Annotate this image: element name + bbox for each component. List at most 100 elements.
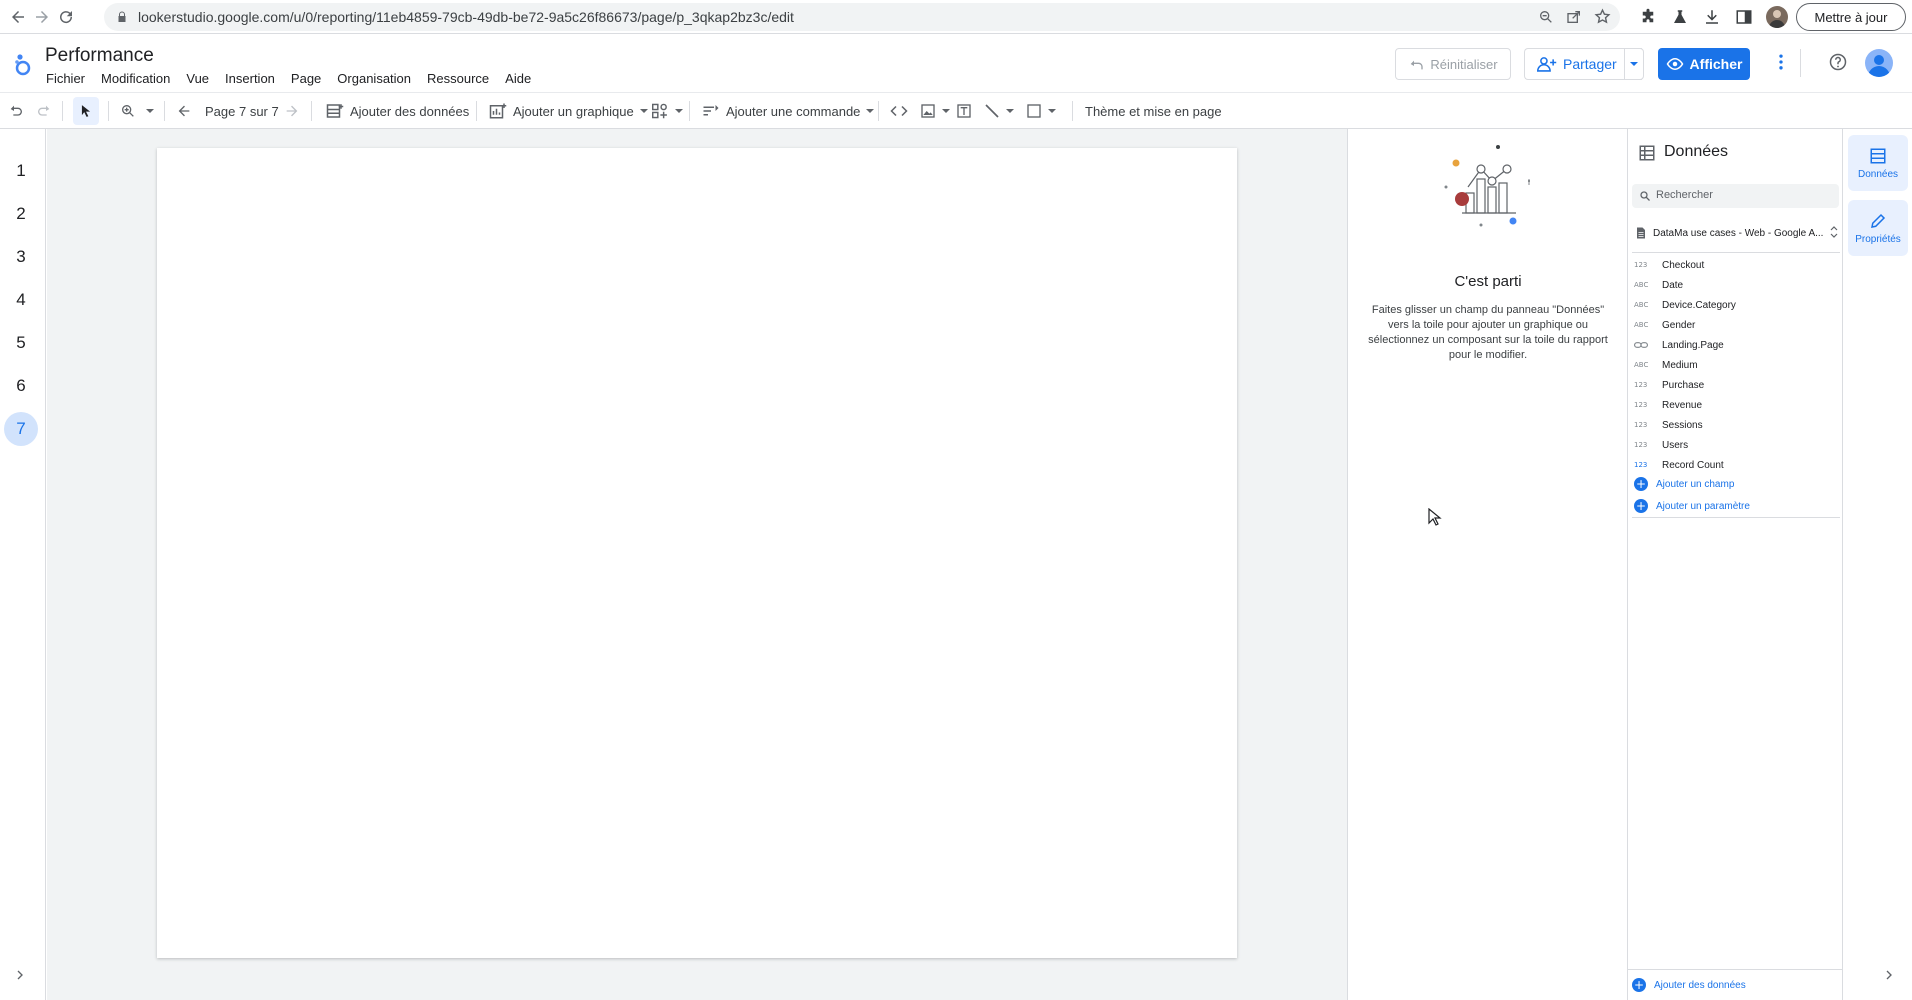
page-list: 1 2 3 4 5 6 7 [0, 129, 46, 1000]
data-tab[interactable]: Données [1848, 135, 1908, 191]
account-avatar[interactable] [1865, 49, 1893, 77]
page-4-button[interactable]: 4 [4, 283, 38, 317]
canvas-area[interactable] [47, 129, 1347, 1000]
data-panel-footer: + Ajouter des données [1628, 969, 1842, 1000]
field-item-record-count[interactable]: 123 Record Count [1634, 457, 1838, 473]
chevron-down-icon [1006, 109, 1014, 113]
rectangle-icon [1026, 103, 1042, 119]
field-item-gender[interactable]: ABC Gender [1634, 317, 1838, 333]
back-icon[interactable] [6, 5, 30, 29]
report-canvas[interactable] [157, 148, 1237, 958]
reset-button[interactable]: Réinitialiser [1395, 48, 1511, 80]
menu-insert[interactable]: Insertion [225, 71, 275, 86]
looker-studio-logo[interactable] [12, 51, 34, 77]
share-dropdown-button[interactable] [1624, 48, 1644, 80]
view-button[interactable]: Afficher [1658, 48, 1750, 80]
properties-panel: C'est parti Faites glisser un champ du p… [1347, 129, 1627, 1000]
menu-edit[interactable]: Modification [101, 71, 170, 86]
community-viz-button[interactable] [651, 99, 683, 123]
add-field-link[interactable]: + Ajouter un champ [1634, 475, 1734, 493]
address-bar[interactable]: lookerstudio.google.com/u/0/reporting/11… [104, 3, 1620, 31]
add-person-icon [1537, 56, 1557, 72]
chevron-down-icon [675, 109, 683, 113]
report-title[interactable]: Performance [45, 45, 154, 67]
field-name: Sessions [1662, 419, 1703, 431]
zoom-icon[interactable] [1538, 9, 1554, 25]
toolbar-divider [62, 101, 63, 121]
chevron-down-icon [866, 109, 875, 113]
page-2-button[interactable]: 2 [4, 197, 38, 231]
menu-arrange[interactable]: Organisation [337, 71, 411, 86]
add-control-button[interactable]: Ajouter une commande [702, 99, 875, 123]
share-label: Partager [1563, 56, 1617, 72]
mouse-cursor-icon [1428, 508, 1442, 526]
line-button[interactable] [984, 99, 1014, 123]
toolbar-divider [108, 101, 109, 121]
add-data-footer-link[interactable]: + Ajouter des données [1632, 976, 1746, 994]
undo-icon[interactable] [8, 99, 24, 123]
chevron-down-icon [1630, 62, 1638, 66]
page-3-button[interactable]: 3 [4, 240, 38, 274]
embed-code-icon[interactable] [890, 99, 908, 123]
field-name: Checkout [1662, 259, 1705, 271]
zoom-button[interactable] [120, 99, 154, 123]
field-item-users[interactable]: 123 Users [1634, 437, 1838, 453]
flask-icon[interactable] [1670, 7, 1690, 27]
plus-circle-icon: + [1634, 477, 1648, 491]
zoom-in-icon [120, 103, 136, 119]
shape-button[interactable] [1026, 99, 1056, 123]
next-page-icon[interactable] [284, 99, 300, 123]
field-item-landing-page[interactable]: Landing.Page [1634, 337, 1838, 353]
chevron-right-icon[interactable] [1881, 967, 1897, 983]
more-vert-icon[interactable] [1771, 52, 1791, 72]
add-parameter-link[interactable]: + Ajouter un paramètre [1634, 497, 1750, 515]
menu-view[interactable]: Vue [186, 71, 209, 86]
field-item-date[interactable]: ABC Date [1634, 277, 1838, 293]
lock-icon[interactable] [116, 11, 128, 23]
download-icon[interactable] [1702, 7, 1722, 27]
help-icon[interactable] [1829, 53, 1847, 71]
add-chart-button[interactable]: Ajouter un graphique [489, 99, 648, 123]
field-item-sessions[interactable]: 123 Sessions [1634, 417, 1838, 433]
add-data-icon [326, 103, 344, 119]
url-text[interactable]: lookerstudio.google.com/u/0/reporting/11… [138, 9, 794, 25]
field-item-medium[interactable]: ABC Medium [1634, 357, 1838, 373]
theme-layout-button[interactable]: Thème et mise en page [1085, 99, 1222, 123]
page-1-button[interactable]: 1 [4, 154, 38, 188]
share-page-icon[interactable] [1566, 9, 1582, 25]
menu-resource[interactable]: Ressource [427, 71, 489, 86]
menu-help[interactable]: Aide [505, 71, 531, 86]
add-data-toolbar-button[interactable]: Ajouter des données [326, 99, 469, 123]
forward-icon[interactable] [30, 5, 54, 29]
field-item-purchase[interactable]: 123 Purchase [1634, 377, 1838, 393]
select-tool-button[interactable] [73, 97, 99, 125]
profile-avatar[interactable] [1766, 6, 1788, 28]
previous-page-icon[interactable] [176, 99, 192, 123]
field-item-revenue[interactable]: 123 Revenue [1634, 397, 1838, 413]
page-7-button[interactable]: 7 [4, 412, 38, 446]
data-source-selector[interactable]: DataMa use cases - Web - Google A... [1634, 226, 1838, 242]
field-name: Gender [1662, 319, 1696, 331]
add-field-label: Ajouter un champ [1656, 478, 1735, 490]
side-panel-icon[interactable] [1734, 7, 1754, 27]
page-indicator: Page 7 sur 7 [205, 103, 279, 119]
reload-icon[interactable] [54, 5, 78, 29]
image-button[interactable] [920, 99, 950, 123]
extensions-icon[interactable] [1638, 7, 1658, 27]
properties-tab[interactable]: Propriétés [1848, 200, 1908, 256]
bookmark-star-icon[interactable] [1594, 8, 1611, 25]
page-6-button[interactable]: 6 [4, 369, 38, 403]
field-item-device-category[interactable]: ABC Device.Category [1634, 297, 1838, 313]
page-5-button[interactable]: 5 [4, 326, 38, 360]
field-search-input[interactable]: Rechercher [1632, 184, 1839, 208]
redo-icon[interactable] [36, 99, 52, 123]
text-box-icon[interactable] [956, 99, 972, 123]
add-control-label: Ajouter une commande [726, 103, 861, 119]
menu-file[interactable]: Fichier [46, 71, 85, 86]
chevron-down-icon [942, 109, 950, 113]
field-item-checkout[interactable]: 123 Checkout [1634, 257, 1838, 273]
chevron-right-icon[interactable] [12, 967, 28, 983]
menu-page[interactable]: Page [291, 71, 321, 86]
number-type-badge: 123 [1634, 421, 1648, 429]
update-browser-button[interactable]: Mettre à jour [1796, 3, 1906, 31]
